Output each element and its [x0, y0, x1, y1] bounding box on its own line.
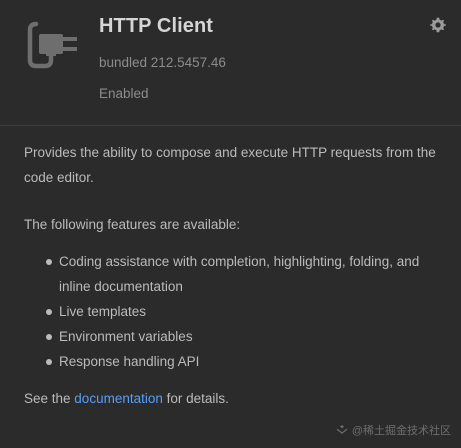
- plugin-details-panel: HTTP Client bundled 212.5457.46 Enabled …: [0, 0, 461, 448]
- bullet-icon: [46, 309, 52, 315]
- list-item: Environment variables: [24, 324, 449, 349]
- plugin-name: HTTP Client: [99, 15, 214, 37]
- feature-text: Coding assistance with completion, highl…: [59, 254, 420, 294]
- bullet-icon: [46, 334, 52, 340]
- details-footer: See the documentation for details.: [24, 386, 449, 411]
- bullet-icon: [46, 359, 52, 365]
- list-item: Coding assistance with completion, highl…: [24, 249, 449, 299]
- plugin-header: HTTP Client bundled 212.5457.46 Enabled: [0, 0, 461, 125]
- feature-text: Environment variables: [59, 329, 193, 344]
- footer-prefix: See the: [24, 391, 75, 406]
- watermark-text: @稀土掘金技术社区: [351, 425, 451, 437]
- plugin-version: bundled 212.5457.46: [99, 55, 226, 70]
- plugin-summary: Provides the ability to compose and exec…: [24, 145, 436, 185]
- gear-icon[interactable]: [430, 17, 446, 33]
- features-list: Coding assistance with completion, highl…: [24, 249, 449, 374]
- plug-icon: [27, 21, 77, 69]
- bullet-icon: [46, 259, 52, 265]
- watermark: @稀土掘金技术社区: [336, 422, 451, 438]
- list-item: Live templates: [24, 299, 449, 324]
- header-divider: [0, 125, 461, 126]
- list-item: Response handling API: [24, 349, 449, 374]
- documentation-link[interactable]: documentation: [74, 391, 163, 406]
- plugin-status: Enabled: [99, 86, 149, 101]
- plugin-description: Provides the ability to compose and exec…: [24, 140, 449, 411]
- feature-text: Live templates: [59, 304, 147, 319]
- features-intro: The following features are available:: [24, 217, 241, 232]
- feature-text: Response handling API: [59, 354, 200, 369]
- footer-suffix: for details.: [162, 391, 229, 406]
- juejin-logo-icon: [336, 425, 348, 434]
